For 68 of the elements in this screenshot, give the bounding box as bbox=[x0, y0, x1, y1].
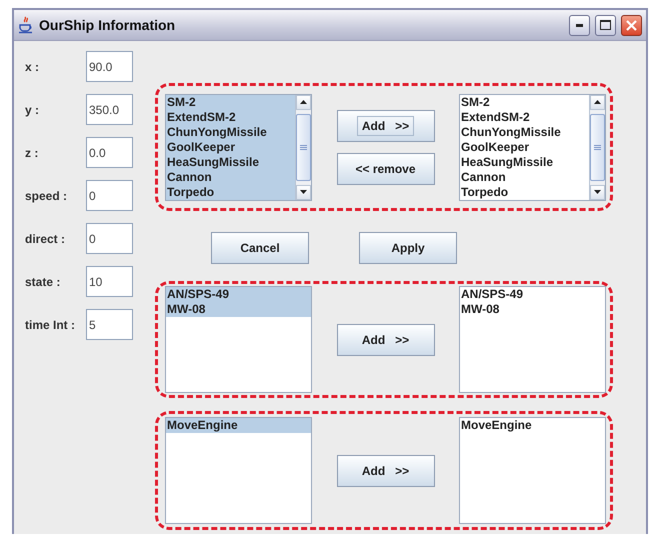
field-label: z : bbox=[25, 146, 40, 160]
minimize-icon bbox=[576, 24, 583, 26]
maximize-icon bbox=[600, 20, 611, 30]
list-box[interactable]: SM-2 ExtendSM-2 ChunYongMissile GoolKeeper HeaSungMissile Cannon Torpedo bbox=[459, 94, 606, 200]
field-label: speed : bbox=[25, 188, 68, 202]
scroll-thumb[interactable] bbox=[296, 114, 311, 180]
list-item[interactable]: GoolKeeper bbox=[166, 140, 295, 154]
input-field[interactable]: 350.0 bbox=[86, 94, 133, 125]
list-item[interactable]: MW-08 bbox=[166, 302, 311, 317]
list-item[interactable]: MoveEngine bbox=[166, 418, 311, 433]
field-label: y : bbox=[25, 102, 40, 116]
list-box[interactable]: AN/SPS-49 MW-08 bbox=[165, 286, 312, 393]
list-item[interactable]: AN/SPS-49 bbox=[460, 287, 605, 302]
up-arrow-icon bbox=[594, 100, 601, 104]
list-item[interactable]: SM-2 bbox=[460, 94, 589, 110]
list-box[interactable]: SM-2 ExtendSM-2 ChunYongMissile GoolKeeper HeaSungMissile Cannon Torpedo bbox=[165, 94, 312, 200]
list-item[interactable]: AN/SPS-49 bbox=[166, 287, 311, 302]
list-item[interactable]: Torpedo bbox=[166, 184, 295, 200]
scroll-down-button[interactable] bbox=[296, 184, 311, 200]
grip-icon bbox=[594, 144, 601, 150]
list-item[interactable]: ChunYongMissile bbox=[460, 124, 589, 140]
transfer-button[interactable]: Add >> bbox=[336, 454, 434, 486]
close-icon bbox=[626, 20, 637, 30]
field-label: time Int : bbox=[25, 318, 76, 332]
list-box[interactable]: MoveEngine bbox=[459, 417, 606, 524]
list-item[interactable]: MoveEngine bbox=[460, 418, 605, 433]
transfer-button[interactable]: Add >> bbox=[336, 110, 434, 142]
list-item[interactable]: ExtendSM-2 bbox=[166, 110, 295, 124]
field-label: x : bbox=[25, 60, 40, 74]
window-title: OurShip Information bbox=[39, 17, 176, 33]
field-label: direct : bbox=[25, 232, 66, 246]
scroll-thumb[interactable] bbox=[590, 114, 605, 180]
grip-icon bbox=[300, 144, 307, 150]
list-item[interactable]: ChunYongMissile bbox=[166, 124, 295, 140]
list-item[interactable]: ExtendSM-2 bbox=[460, 110, 589, 124]
list-item[interactable]: SM-2 bbox=[166, 94, 295, 110]
list-item[interactable]: HeaSungMissile bbox=[166, 154, 295, 170]
list-item[interactable]: Cannon bbox=[460, 170, 589, 184]
list-item[interactable]: Torpedo bbox=[460, 184, 589, 200]
scroll-up-button[interactable] bbox=[296, 94, 311, 110]
input-field[interactable]: 10 bbox=[86, 266, 133, 297]
down-arrow-icon bbox=[300, 190, 307, 194]
input-field[interactable]: 5 bbox=[86, 309, 133, 340]
input-field[interactable]: 0 bbox=[86, 223, 133, 254]
minimize-button[interactable] bbox=[569, 14, 590, 36]
transfer-button[interactable]: Add >> bbox=[336, 324, 434, 356]
scroll-up-button[interactable] bbox=[590, 94, 605, 110]
maximize-button[interactable] bbox=[595, 14, 616, 36]
list-item[interactable]: MW-08 bbox=[460, 302, 605, 317]
up-arrow-icon bbox=[300, 100, 307, 104]
scrollbar[interactable] bbox=[295, 94, 311, 200]
list-item[interactable]: GoolKeeper bbox=[460, 140, 589, 154]
scrollbar[interactable] bbox=[589, 94, 605, 200]
field-label: state : bbox=[25, 274, 62, 288]
list-item[interactable]: Cannon bbox=[166, 170, 295, 184]
dialog-button[interactable]: Apply bbox=[359, 232, 457, 264]
input-field[interactable]: 0.0 bbox=[86, 137, 133, 168]
transfer-button[interactable]: << remove bbox=[336, 152, 434, 184]
down-arrow-icon bbox=[594, 190, 601, 194]
scroll-down-button[interactable] bbox=[590, 184, 605, 200]
list-box[interactable]: MoveEngine bbox=[165, 417, 312, 524]
input-field[interactable]: 90.0 bbox=[86, 51, 133, 82]
list-item[interactable]: HeaSungMissile bbox=[460, 154, 589, 170]
dialog-button[interactable]: Cancel bbox=[211, 232, 309, 264]
close-button[interactable] bbox=[621, 14, 642, 36]
input-field[interactable]: 0 bbox=[86, 180, 133, 211]
list-box[interactable]: AN/SPS-49 MW-08 bbox=[459, 286, 606, 393]
coffee-cup-icon bbox=[18, 16, 34, 34]
